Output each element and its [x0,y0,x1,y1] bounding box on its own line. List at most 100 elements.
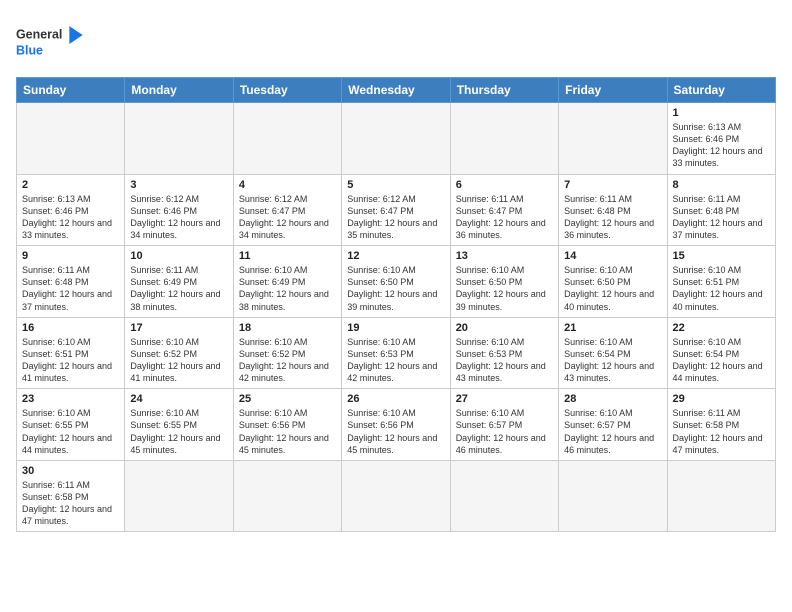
page-header: General Blue [16,16,776,71]
calendar-cell: 25 Sunrise: 6:10 AM Sunset: 6:56 PM Dayli… [233,389,341,461]
weekday-row: SundayMondayTuesdayWednesdayThursdayFrid… [17,78,776,103]
day-info: Sunrise: 6:10 AM Sunset: 6:50 PM Dayligh… [347,264,444,313]
calendar-cell: 4 Sunrise: 6:12 AM Sunset: 6:47 PM Daylig… [233,174,341,246]
day-info: Sunrise: 6:10 AM Sunset: 6:57 PM Dayligh… [456,407,553,456]
calendar-table: SundayMondayTuesdayWednesdayThursdayFrid… [16,77,776,532]
calendar-cell [559,103,667,175]
day-number: 3 [130,179,227,191]
svg-text:General: General [16,28,62,42]
day-number: 6 [456,179,553,191]
weekday-header-monday: Monday [125,78,233,103]
day-number: 10 [130,250,227,262]
day-info: Sunrise: 6:13 AM Sunset: 6:46 PM Dayligh… [673,121,770,170]
day-info: Sunrise: 6:10 AM Sunset: 6:56 PM Dayligh… [239,407,336,456]
day-number: 13 [456,250,553,262]
day-number: 20 [456,322,553,334]
calendar-cell: 23 Sunrise: 6:10 AM Sunset: 6:55 PM Dayli… [17,389,125,461]
day-info: Sunrise: 6:10 AM Sunset: 6:54 PM Dayligh… [564,336,661,385]
day-number: 8 [673,179,770,191]
weekday-header-tuesday: Tuesday [233,78,341,103]
calendar-cell: 24Sunrise: 6:10 AM Sunset: 6:55 PM Dayli… [125,389,233,461]
day-info: Sunrise: 6:10 AM Sunset: 6:54 PM Dayligh… [673,336,770,385]
calendar-week-1: 2 Sunrise: 6:13 AM Sunset: 6:46 PM Daylig… [17,174,776,246]
day-info: Sunrise: 6:11 AM Sunset: 6:58 PM Dayligh… [673,407,770,456]
day-number: 23 [22,393,119,405]
day-number: 7 [564,179,661,191]
calendar-cell: 16Sunrise: 6:10 AM Sunset: 6:51 PM Dayli… [17,317,125,389]
calendar-cell [342,460,450,532]
day-info: Sunrise: 6:11 AM Sunset: 6:58 PM Dayligh… [22,479,119,528]
day-number: 25 [239,393,336,405]
day-info: Sunrise: 6:10 AM Sunset: 6:50 PM Dayligh… [564,264,661,313]
calendar-week-0: 1 Sunrise: 6:13 AM Sunset: 6:46 PM Daylig… [17,103,776,175]
weekday-header-wednesday: Wednesday [342,78,450,103]
calendar-cell [233,460,341,532]
calendar-week-2: 9Sunrise: 6:11 AM Sunset: 6:48 PM Daylig… [17,246,776,318]
day-info: Sunrise: 6:10 AM Sunset: 6:56 PM Dayligh… [347,407,444,456]
day-info: Sunrise: 6:12 AM Sunset: 6:47 PM Dayligh… [239,193,336,242]
calendar-header: SundayMondayTuesdayWednesdayThursdayFrid… [17,78,776,103]
calendar-cell: 26 Sunrise: 6:10 AM Sunset: 6:56 PM Dayli… [342,389,450,461]
day-info: Sunrise: 6:10 AM Sunset: 6:55 PM Dayligh… [22,407,119,456]
calendar-cell: 19Sunrise: 6:10 AM Sunset: 6:53 PM Dayli… [342,317,450,389]
day-number: 4 [239,179,336,191]
calendar-cell: 9Sunrise: 6:11 AM Sunset: 6:48 PM Daylig… [17,246,125,318]
calendar-cell: 22Sunrise: 6:10 AM Sunset: 6:54 PM Dayli… [667,317,775,389]
calendar-cell: 28Sunrise: 6:10 AM Sunset: 6:57 PM Dayli… [559,389,667,461]
day-number: 21 [564,322,661,334]
day-info: Sunrise: 6:11 AM Sunset: 6:47 PM Dayligh… [456,193,553,242]
calendar-cell: 27 Sunrise: 6:10 AM Sunset: 6:57 PM Dayli… [450,389,558,461]
logo-svg: General Blue [16,16,96,71]
calendar-cell [17,103,125,175]
calendar-cell [342,103,450,175]
day-number: 9 [22,250,119,262]
day-info: Sunrise: 6:10 AM Sunset: 6:53 PM Dayligh… [456,336,553,385]
calendar-cell: 12 Sunrise: 6:10 AM Sunset: 6:50 PM Dayli… [342,246,450,318]
day-info: Sunrise: 6:11 AM Sunset: 6:48 PM Dayligh… [673,193,770,242]
day-info: Sunrise: 6:12 AM Sunset: 6:46 PM Dayligh… [130,193,227,242]
calendar-cell [125,103,233,175]
day-info: Sunrise: 6:10 AM Sunset: 6:51 PM Dayligh… [22,336,119,385]
calendar-cell: 30Sunrise: 6:11 AM Sunset: 6:58 PM Dayli… [17,460,125,532]
calendar-cell: 7Sunrise: 6:11 AM Sunset: 6:48 PM Daylig… [559,174,667,246]
calendar-cell: 6 Sunrise: 6:11 AM Sunset: 6:47 PM Daylig… [450,174,558,246]
day-number: 27 [456,393,553,405]
day-info: Sunrise: 6:13 AM Sunset: 6:46 PM Dayligh… [22,193,119,242]
day-number: 2 [22,179,119,191]
calendar-cell: 3 Sunrise: 6:12 AM Sunset: 6:46 PM Daylig… [125,174,233,246]
weekday-header-saturday: Saturday [667,78,775,103]
calendar-cell: 14 Sunrise: 6:10 AM Sunset: 6:50 PM Dayli… [559,246,667,318]
day-number: 28 [564,393,661,405]
calendar-cell: 11Sunrise: 6:10 AM Sunset: 6:49 PM Dayli… [233,246,341,318]
calendar-cell [125,460,233,532]
day-number: 19 [347,322,444,334]
day-number: 17 [130,322,227,334]
calendar-cell: 15Sunrise: 6:10 AM Sunset: 6:51 PM Dayli… [667,246,775,318]
calendar-week-5: 30Sunrise: 6:11 AM Sunset: 6:58 PM Dayli… [17,460,776,532]
calendar-cell [233,103,341,175]
weekday-header-friday: Friday [559,78,667,103]
calendar-week-3: 16Sunrise: 6:10 AM Sunset: 6:51 PM Dayli… [17,317,776,389]
day-info: Sunrise: 6:10 AM Sunset: 6:50 PM Dayligh… [456,264,553,313]
calendar-cell: 18 Sunrise: 6:10 AM Sunset: 6:52 PM Dayli… [233,317,341,389]
calendar-body: 1 Sunrise: 6:13 AM Sunset: 6:46 PM Daylig… [17,103,776,532]
calendar-week-4: 23 Sunrise: 6:10 AM Sunset: 6:55 PM Dayli… [17,389,776,461]
day-info: Sunrise: 6:10 AM Sunset: 6:52 PM Dayligh… [130,336,227,385]
day-number: 12 [347,250,444,262]
day-number: 1 [673,107,770,119]
day-number: 14 [564,250,661,262]
calendar-cell: 13 Sunrise: 6:10 AM Sunset: 6:50 PM Dayli… [450,246,558,318]
day-info: Sunrise: 6:10 AM Sunset: 6:49 PM Dayligh… [239,264,336,313]
calendar-cell: 21 Sunrise: 6:10 AM Sunset: 6:54 PM Dayli… [559,317,667,389]
day-number: 18 [239,322,336,334]
day-info: Sunrise: 6:10 AM Sunset: 6:55 PM Dayligh… [130,407,227,456]
calendar-cell: 2 Sunrise: 6:13 AM Sunset: 6:46 PM Daylig… [17,174,125,246]
day-number: 26 [347,393,444,405]
weekday-header-thursday: Thursday [450,78,558,103]
calendar-cell [450,103,558,175]
calendar-cell [450,460,558,532]
calendar-cell: 8 Sunrise: 6:11 AM Sunset: 6:48 PM Daylig… [667,174,775,246]
calendar-cell: 20 Sunrise: 6:10 AM Sunset: 6:53 PM Dayli… [450,317,558,389]
calendar-cell [559,460,667,532]
day-info: Sunrise: 6:10 AM Sunset: 6:52 PM Dayligh… [239,336,336,385]
